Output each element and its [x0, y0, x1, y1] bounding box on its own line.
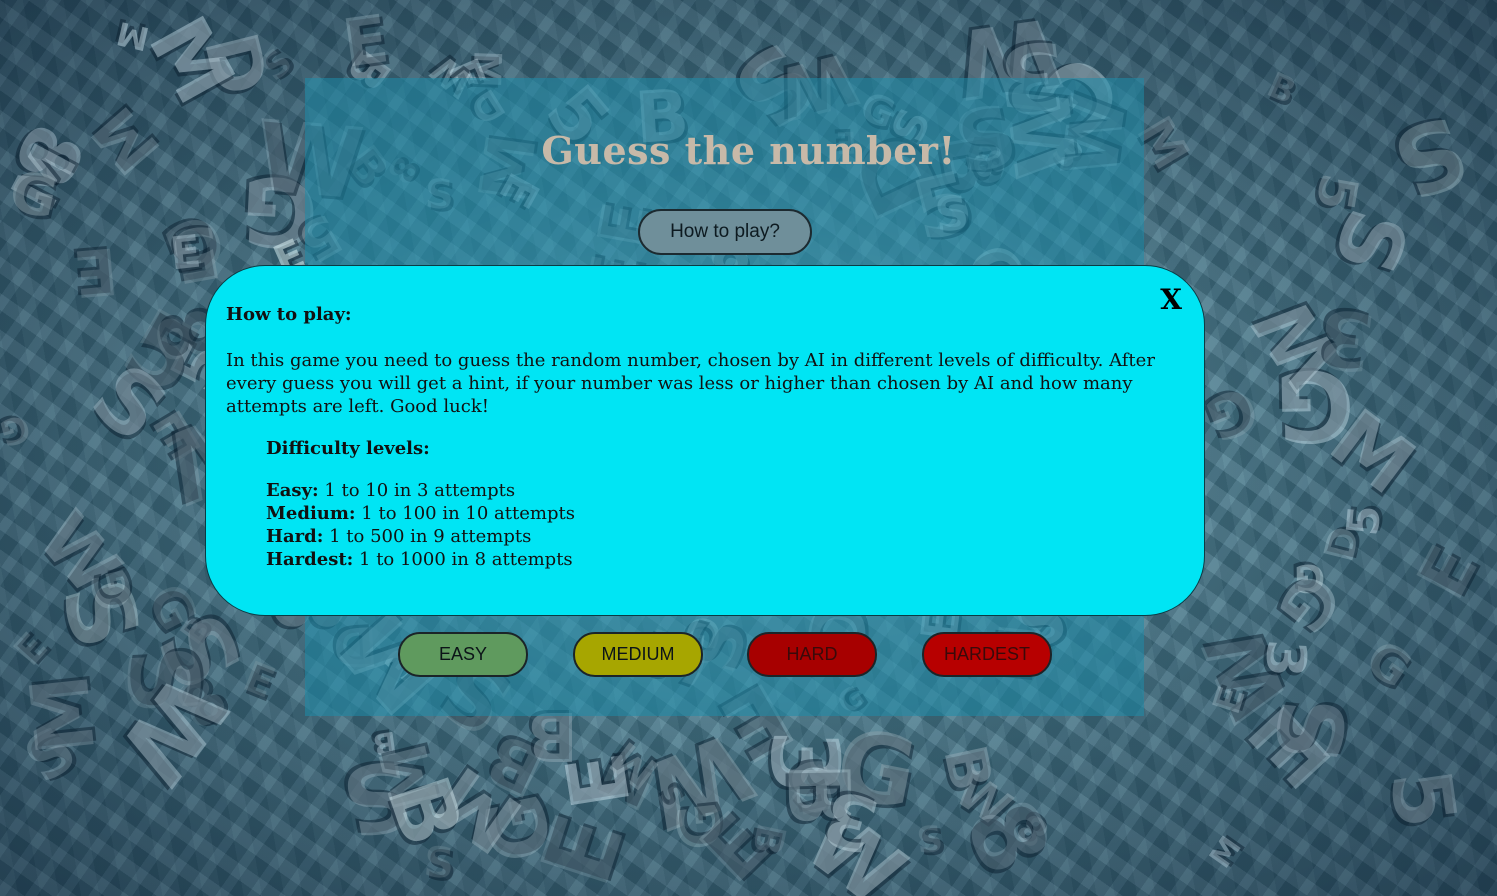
level-hardest: Hardest: 1 to 1000 in 8 attempts: [266, 548, 1174, 571]
background-glyph: E: [5, 624, 57, 675]
background-glyph: G: [0, 405, 35, 454]
background-glyph: G: [1195, 371, 1268, 455]
background-glyph: 5: [1337, 503, 1392, 538]
background-glyph: B: [367, 764, 482, 859]
background-glyph: G: [466, 785, 573, 871]
background-glyph: E: [70, 232, 121, 310]
level-detail: 1 to 500 in 9 attempts: [323, 526, 532, 547]
background-glyph: G: [1262, 557, 1357, 648]
background-glyph: E: [1227, 683, 1349, 808]
background-glyph: 3: [778, 750, 856, 833]
page-title: Guess the number!: [541, 128, 956, 173]
background-glyph: G: [1293, 555, 1326, 601]
background-glyph: G: [1274, 348, 1356, 463]
background-glyph: G: [79, 563, 146, 617]
background-glyph: 8: [1008, 803, 1059, 856]
background-glyph: M: [129, 1, 253, 120]
close-icon[interactable]: X: [1156, 284, 1186, 316]
background-glyph: M: [600, 730, 669, 801]
medium-button[interactable]: MEDIUM: [573, 632, 703, 677]
background-glyph: B: [370, 723, 400, 763]
background-glyph: S: [914, 818, 946, 863]
level-detail: 1 to 100 in 10 attempts: [355, 503, 575, 524]
background-glyph: W: [97, 654, 247, 803]
hardest-button[interactable]: HARDEST: [922, 632, 1052, 677]
background-glyph: G: [134, 574, 209, 641]
level-medium: Medium: 1 to 100 in 10 attempts: [266, 502, 1174, 525]
hard-button[interactable]: HARD: [747, 632, 877, 677]
level-hard: Hard: 1 to 500 in 9 attempts: [266, 525, 1174, 548]
background-glyph: E: [142, 395, 212, 475]
background-glyph: B: [172, 608, 218, 652]
background-glyph: M: [1203, 830, 1249, 875]
background-glyph: S: [72, 343, 187, 463]
background-glyph: B: [930, 739, 1006, 797]
background-glyph: G: [827, 706, 926, 832]
background-glyph: W: [944, 760, 1022, 839]
background-glyph: W: [1236, 281, 1362, 405]
background-glyph: S: [1313, 197, 1427, 286]
background-glyph: S: [1256, 691, 1368, 767]
background-glyph: E: [167, 224, 204, 281]
background-glyph: S: [650, 777, 694, 817]
background-glyph: E: [337, 0, 394, 83]
background-glyph: E: [683, 794, 789, 896]
background-glyph: W: [21, 495, 138, 611]
background-glyph: M: [589, 742, 665, 823]
background-glyph: S: [333, 736, 421, 857]
background-glyph: 3: [813, 771, 887, 871]
background-glyph: 5: [105, 286, 218, 418]
background-glyph: E: [236, 651, 282, 708]
background-glyph: 3: [1312, 289, 1380, 390]
background-glyph: E: [519, 801, 647, 896]
background-glyph: 5: [1303, 168, 1369, 216]
level-easy: Easy: 1 to 10 in 3 attempts: [266, 479, 1174, 502]
background-glyph: G: [1355, 628, 1422, 700]
level-name: Hardest:: [266, 549, 354, 570]
how-to-play-modal: X How to play: In this game you need to …: [205, 265, 1205, 616]
background-glyph: 8: [162, 660, 242, 745]
level-detail: 1 to 10 in 3 attempts: [318, 480, 516, 501]
background-glyph: W: [630, 709, 768, 850]
level-name: Hard:: [266, 526, 324, 547]
background-glyph: M: [366, 736, 455, 817]
modal-heading: How to play:: [226, 304, 352, 325]
background-glyph: 5: [780, 742, 844, 830]
background-glyph: D: [1314, 521, 1370, 567]
background-glyph: B: [1261, 65, 1302, 113]
level-detail: 1 to 1000 in 8 attempts: [353, 549, 573, 570]
background-glyph: M: [419, 747, 540, 871]
background-glyph: E: [1204, 680, 1254, 720]
background-glyph: B: [767, 761, 868, 828]
background-glyph: D: [186, 24, 284, 105]
background-glyph: W: [1185, 614, 1309, 735]
background-glyph: G: [663, 798, 737, 854]
background-glyph: 8: [942, 782, 1074, 891]
background-glyph: E: [548, 746, 649, 815]
background-glyph: E: [1402, 533, 1495, 612]
background-glyph: S: [251, 39, 301, 90]
background-glyph: 3: [1253, 638, 1319, 679]
background-glyph: W: [786, 789, 923, 896]
background-glyph: G: [153, 196, 236, 292]
background-glyph: M: [1313, 391, 1432, 513]
easy-button[interactable]: EASY: [398, 632, 528, 677]
background-glyph: M: [113, 13, 153, 59]
background-glyph: S: [11, 711, 89, 798]
levels-heading: Difficulty levels:: [266, 438, 430, 459]
background-glyph: S: [107, 641, 225, 718]
background-glyph: S: [39, 566, 161, 661]
background-glyph: M: [12, 670, 114, 759]
background-glyph: S: [421, 836, 457, 889]
background-glyph: B: [742, 819, 794, 859]
modal-description: In this game you need to guess the rando…: [226, 350, 1155, 417]
level-name: Easy:: [266, 480, 319, 501]
background-glyph: 5: [1370, 763, 1475, 834]
level-name: Medium:: [266, 503, 356, 524]
how-to-play-button[interactable]: How to play?: [638, 209, 812, 255]
background-glyph: 3: [750, 729, 859, 795]
difficulty-levels: Difficulty levels: Easy: 1 to 10 in 3 at…: [266, 438, 1174, 571]
background-glyph: B: [474, 716, 558, 814]
